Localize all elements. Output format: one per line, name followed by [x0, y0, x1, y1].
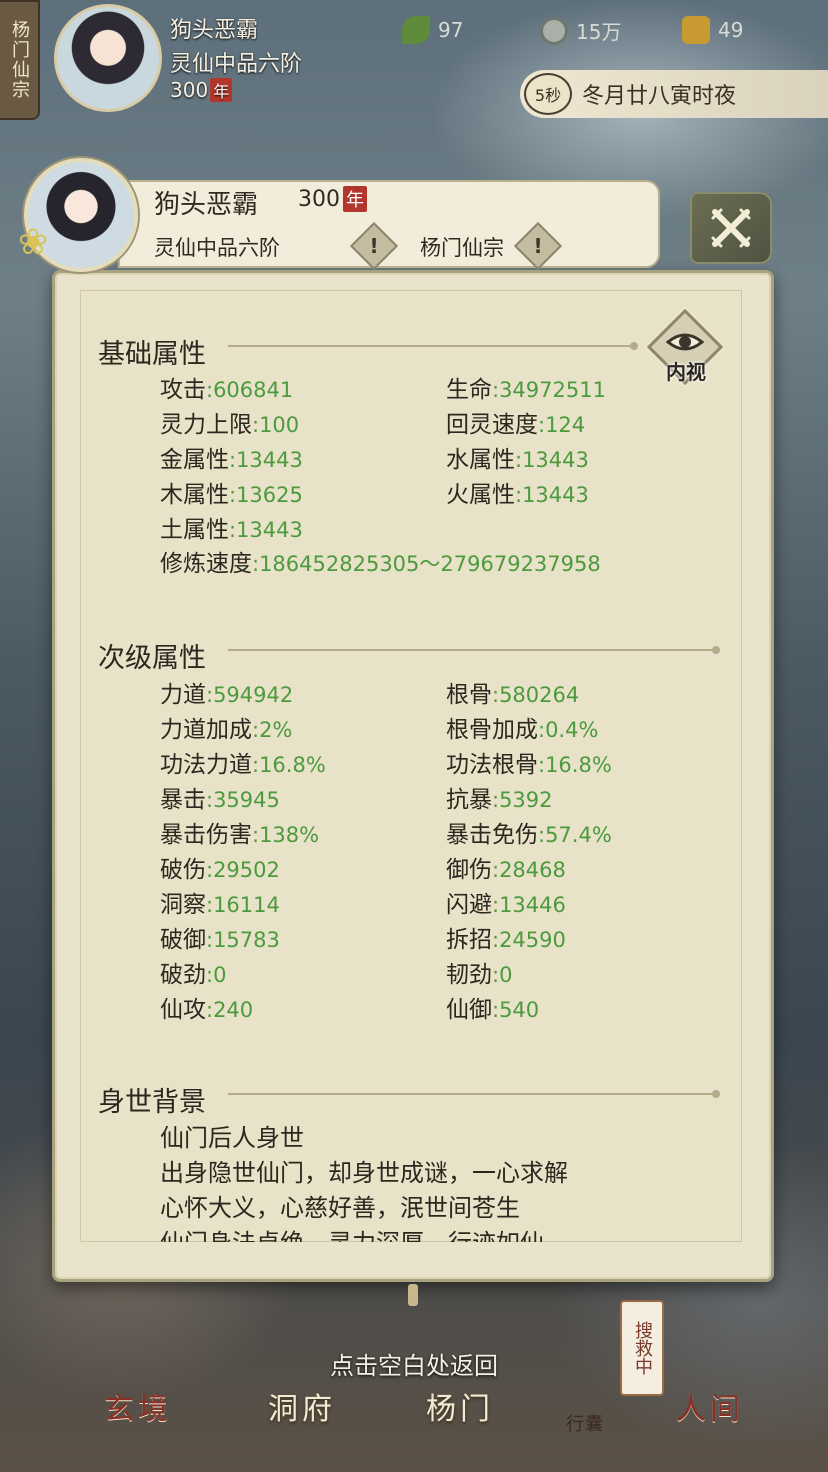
stat-damage-resist: 御伤:28468 [446, 857, 566, 883]
inner-view-button[interactable]: 内视 [646, 308, 724, 388]
stat-skill-strength: 功法力道:16.8% [160, 752, 326, 778]
character-age-value: 300 [298, 187, 340, 212]
strength-icon [682, 16, 710, 44]
resource-jade-value: 97 [438, 18, 464, 42]
game-time-text: 冬月廿八寅时夜 [582, 84, 737, 109]
hud-avatar[interactable] [54, 4, 162, 112]
stat-hp: 生命:34972511 [446, 377, 606, 403]
nav-yangmen[interactable]: 杨门 [426, 1384, 494, 1428]
character-rank: 灵仙中品六阶 [154, 236, 280, 260]
nav-dongfu[interactable]: 洞府 [268, 1384, 336, 1428]
inner-view-label: 内视 [666, 360, 706, 384]
resource-coin[interactable]: 15万 [540, 16, 621, 45]
background-line: 出身隐世仙门，却身世成谜，一心求解 [160, 1159, 568, 1187]
stat-skill-constitution: 功法根骨:16.8% [446, 752, 612, 778]
stat-immortal-defense: 仙御:540 [446, 997, 540, 1023]
resource-coin-value: 15万 [576, 20, 622, 44]
stat-break-toughness: 破劲:0 [160, 962, 227, 988]
stat-water: 水属性:13443 [446, 447, 589, 473]
background-line: 心怀大义，心慈好善，泯世间苍生 [160, 1194, 520, 1222]
return-hint[interactable]: 点击空白处返回 [0, 1346, 828, 1381]
stat-crit-resist: 抗暴:5392 [446, 787, 553, 813]
resource-strength[interactable]: 49 [682, 16, 743, 44]
stat-earth: 土属性:13443 [160, 517, 303, 543]
background-line: 仙门后人身世 [160, 1124, 304, 1152]
eye-glyph-icon [666, 333, 704, 351]
jade-leaf-icon [402, 16, 430, 44]
resource-jade[interactable]: 97 [402, 16, 463, 44]
stat-crit-damage: 暴击伤害:138% [160, 822, 320, 848]
character-name: 狗头恶霸 [154, 190, 259, 220]
stat-wood: 木属性:13625 [160, 482, 303, 508]
stat-mana-cap: 灵力上限:100 [160, 412, 300, 438]
background-story: 仙门后人身世 出身隐世仙门，却身世成谜，一心求解 心怀大义，心慈好善，泯世间苍生… [80, 1110, 742, 1242]
hud-player-rank: 灵仙中品六阶 [170, 52, 303, 77]
character-age-unit-badge: 年 [343, 186, 367, 212]
hud-age-unit-badge: 年 [210, 78, 233, 102]
character-avatar: ❀ [18, 150, 140, 282]
stat-cultivation-speed: 修炼速度:186452825305～279679237958 [160, 551, 601, 577]
stat-constitution: 根骨:580264 [446, 682, 580, 708]
sect-tab[interactable]: 杨门仙宗 [0, 0, 40, 120]
section-divider [228, 646, 720, 654]
panel-scroll-pin [408, 1284, 418, 1306]
stat-toughness: 韧劲:0 [446, 962, 513, 988]
stat-crit: 暴击:35945 [160, 787, 280, 813]
stat-break-defense: 破御:15783 [160, 927, 280, 953]
close-button[interactable] [690, 192, 772, 264]
game-time-bar[interactable]: 5秒 冬月廿八寅时夜 [520, 70, 828, 118]
section-divider [228, 1090, 720, 1098]
stat-fire: 火属性:13443 [446, 482, 589, 508]
coin-icon [540, 16, 568, 45]
stat-crit-damage-reduction: 暴击免伤:57.4% [446, 822, 612, 848]
hud-player-age: 300 年 [170, 78, 233, 102]
secondary-attributes-title: 次级属性 [98, 643, 206, 674]
stat-metal: 金属性:13443 [160, 447, 303, 473]
stat-dodge: 闪避:13446 [446, 892, 566, 918]
hud-age-value: 300 [170, 78, 209, 102]
character-sect: 杨门仙宗 [420, 236, 504, 260]
nav-xuanjing[interactable]: 玄境 [104, 1384, 172, 1428]
stat-strength: 力道:594942 [160, 682, 294, 708]
stat-immortal-attack: 仙攻:240 [160, 997, 254, 1023]
leaf-ornament-icon: ❀ [18, 222, 49, 263]
stat-parry: 拆招:24590 [446, 927, 566, 953]
background-line: 仙门身法卓绝，灵力深厚，行迹如仙 [160, 1223, 544, 1242]
nav-xingnang[interactable]: 行囊 [566, 1410, 604, 1436]
nav-renjian[interactable]: 人间 [676, 1384, 744, 1428]
stat-pierce-damage: 破伤:29502 [160, 857, 280, 883]
timer-badge: 5秒 [524, 73, 572, 115]
section-divider [228, 342, 638, 350]
basic-attributes-title: 基础属性 [98, 339, 206, 370]
character-age: 300 年 [298, 186, 367, 212]
stat-attack: 攻击:606841 [160, 377, 294, 403]
hud-player-name: 狗头恶霸 [170, 18, 259, 43]
close-icon [711, 208, 751, 248]
stat-mana-regen: 回灵速度:124 [446, 412, 586, 438]
resource-strength-value: 49 [718, 18, 744, 42]
stat-strength-bonus: 力道加成:2% [160, 717, 293, 743]
stat-constitution-bonus: 根骨加成:0.4% [446, 717, 599, 743]
stat-insight: 洞察:16114 [160, 892, 280, 918]
